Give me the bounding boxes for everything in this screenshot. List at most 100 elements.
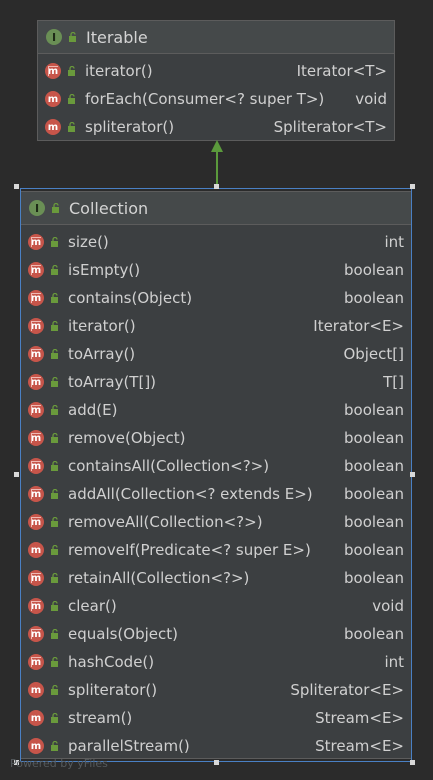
- method-return-type: int: [384, 233, 404, 251]
- public-lock-icon: [68, 32, 78, 42]
- resize-handle-left[interactable]: [14, 472, 19, 477]
- abstract-method-icon: m: [28, 514, 44, 530]
- public-lock-icon: [50, 461, 60, 471]
- method-name: retainAll(Collection<?>): [68, 569, 250, 587]
- method-row[interactable]: m forEach(Consumer<? super T>) void: [38, 85, 394, 113]
- abstract-method-icon: m: [28, 430, 44, 446]
- method-row[interactable]: m iterator() Iterator<E>: [21, 312, 411, 340]
- resize-handle-bottom-right[interactable]: [410, 760, 415, 765]
- method-return-type: boolean: [344, 569, 404, 587]
- method-return-type: Object[]: [343, 345, 404, 363]
- iterable-node[interactable]: I Iterable m iterator() Iterator<T> m forEac…: [37, 20, 395, 141]
- inheritance-arrowhead-icon: [211, 140, 223, 152]
- method-name: containsAll(Collection<?>): [68, 457, 270, 475]
- abstract-method-icon: m: [28, 486, 44, 502]
- public-lock-icon: [50, 685, 60, 695]
- method-row[interactable]: m toArray() Object[]: [21, 340, 411, 368]
- method-row[interactable]: m spliterator() Spliterator<E>: [21, 676, 411, 704]
- public-lock-icon: [50, 237, 60, 247]
- method-name: addAll(Collection<? extends E>): [68, 485, 313, 503]
- resize-handle-top-left[interactable]: [14, 184, 19, 189]
- method-name: contains(Object): [68, 289, 193, 307]
- method-row[interactable]: m iterator() Iterator<T>: [38, 57, 394, 85]
- method-return-type: Stream<E>: [315, 737, 404, 755]
- public-lock-icon: [50, 349, 60, 359]
- collection-node[interactable]: I Collection m size() int m isEmpty() boolean…: [20, 191, 412, 759]
- method-row[interactable]: m parallelStream() Stream<E>: [21, 732, 411, 760]
- method-row[interactable]: m toArray(T[]) T[]: [21, 368, 411, 396]
- method-row[interactable]: m retainAll(Collection<?>) boolean: [21, 564, 411, 592]
- watermark: Powered by yFiles: [10, 757, 108, 770]
- abstract-method-icon: m: [28, 402, 44, 418]
- method-icon: m: [45, 91, 61, 107]
- method-return-type: boolean: [344, 429, 404, 447]
- method-row[interactable]: m addAll(Collection<? extends E>) boolean: [21, 480, 411, 508]
- public-lock-icon: [51, 203, 61, 213]
- method-return-type: boolean: [344, 401, 404, 419]
- method-name: removeIf(Predicate<? super E>): [68, 541, 311, 559]
- method-return-type: boolean: [344, 541, 404, 559]
- collection-header[interactable]: I Collection: [21, 192, 411, 225]
- abstract-method-icon: m: [45, 63, 61, 79]
- public-lock-icon: [50, 433, 60, 443]
- method-return-type: void: [355, 90, 387, 108]
- method-return-type: boolean: [344, 289, 404, 307]
- method-row[interactable]: m remove(Object) boolean: [21, 424, 411, 452]
- method-row[interactable]: m add(E) boolean: [21, 396, 411, 424]
- abstract-method-icon: m: [28, 290, 44, 306]
- iterable-title: Iterable: [86, 27, 148, 47]
- interface-icon: I: [29, 200, 45, 216]
- public-lock-icon: [50, 405, 60, 415]
- method-name: equals(Object): [68, 625, 178, 643]
- method-row[interactable]: m removeAll(Collection<?>) boolean: [21, 508, 411, 536]
- method-row[interactable]: m equals(Object) boolean: [21, 620, 411, 648]
- method-return-type: boolean: [344, 457, 404, 475]
- resize-handle-bottom[interactable]: [214, 760, 219, 765]
- method-row[interactable]: m removeIf(Predicate<? super E>) boolean: [21, 536, 411, 564]
- method-name: stream(): [68, 709, 133, 727]
- method-return-type: Stream<E>: [315, 709, 404, 727]
- collection-title: Collection: [69, 198, 149, 218]
- method-row[interactable]: m contains(Object) boolean: [21, 284, 411, 312]
- public-lock-icon: [50, 545, 60, 555]
- method-row[interactable]: m hashCode() int: [21, 648, 411, 676]
- public-lock-icon: [50, 321, 60, 331]
- method-icon: m: [28, 710, 44, 726]
- resize-handle-right[interactable]: [410, 472, 415, 477]
- collection-method-list: m size() int m isEmpty() boolean m contains(Obj…: [21, 225, 411, 760]
- method-return-type: boolean: [344, 513, 404, 531]
- public-lock-icon: [50, 713, 60, 723]
- method-return-type: boolean: [344, 261, 404, 279]
- method-name: clear(): [68, 597, 117, 615]
- iterable-header[interactable]: I Iterable: [38, 21, 394, 54]
- public-lock-icon: [67, 122, 77, 132]
- public-lock-icon: [50, 517, 60, 527]
- method-name: add(E): [68, 401, 118, 419]
- method-row[interactable]: m spliterator() Spliterator<T>: [38, 113, 394, 141]
- method-row[interactable]: m size() int: [21, 228, 411, 256]
- method-row[interactable]: m isEmpty() boolean: [21, 256, 411, 284]
- method-name: forEach(Consumer<? super T>): [85, 90, 325, 108]
- method-return-type: T[]: [383, 373, 404, 391]
- method-icon: m: [28, 738, 44, 754]
- abstract-method-icon: m: [28, 346, 44, 362]
- public-lock-icon: [50, 293, 60, 303]
- resize-handle-top-right[interactable]: [410, 184, 415, 189]
- public-lock-icon: [67, 66, 77, 76]
- method-row[interactable]: m clear() void: [21, 592, 411, 620]
- method-return-type: Iterator<E>: [313, 317, 404, 335]
- method-name: hashCode(): [68, 653, 155, 671]
- resize-handle-top[interactable]: [214, 184, 219, 189]
- public-lock-icon: [50, 377, 60, 387]
- method-name: isEmpty(): [68, 261, 141, 279]
- abstract-method-icon: m: [28, 626, 44, 642]
- method-return-type: Iterator<T>: [296, 62, 387, 80]
- public-lock-icon: [50, 629, 60, 639]
- method-name: size(): [68, 233, 109, 251]
- method-icon: m: [28, 542, 44, 558]
- abstract-method-icon: m: [28, 458, 44, 474]
- method-row[interactable]: m stream() Stream<E>: [21, 704, 411, 732]
- public-lock-icon: [50, 601, 60, 611]
- method-name: spliterator(): [68, 681, 158, 699]
- method-row[interactable]: m containsAll(Collection<?>) boolean: [21, 452, 411, 480]
